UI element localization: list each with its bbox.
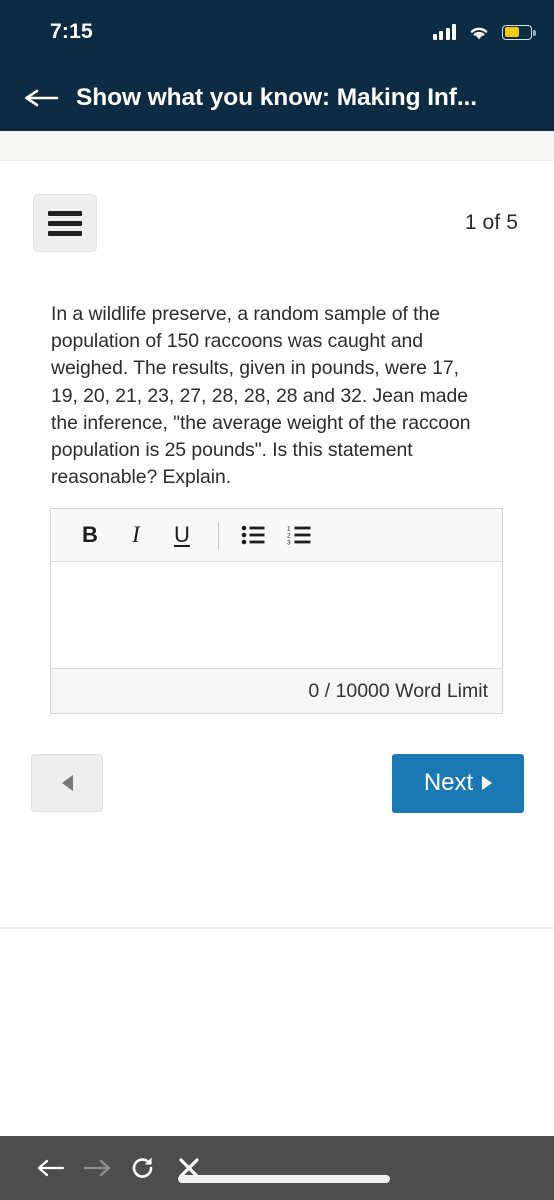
status-bar: 7:15 [0,0,554,64]
bold-button[interactable]: B [67,515,113,555]
previous-button[interactable] [31,754,103,812]
word-limit-counter: 0 / 10000 Word Limit [51,668,502,713]
page-counter: 1 of 5 [464,211,518,234]
main-content: 1 of 5 In a wildlife preserve, a random … [0,161,554,927]
svg-text:3: 3 [287,539,291,546]
browser-back-button[interactable] [28,1146,74,1190]
italic-button[interactable]: I [113,515,159,555]
status-time: 7:15 [50,20,93,43]
next-button-label: Next [423,769,474,796]
next-button[interactable]: Next [392,753,524,813]
triangle-right-icon [482,776,493,790]
hamburger-menu-icon[interactable] [33,194,97,252]
back-arrow-icon[interactable] [22,84,62,112]
browser-stop-button[interactable] [166,1146,212,1190]
answer-input[interactable] [51,562,502,668]
lower-blank-area [0,929,554,1136]
svg-text:1: 1 [287,525,291,532]
battery-icon [502,24,536,40]
svg-text:2: 2 [287,532,291,539]
browser-reload-button[interactable] [120,1146,166,1190]
phone-screen: 7:15 Show what you know: Making Inf... 1… [0,0,554,1200]
editor-toolbar: B I U 1 2 3 [51,509,502,562]
answer-editor: B I U 1 2 3 0 / 10000 Word Limit [50,508,503,714]
url-input[interactable] [178,1175,390,1183]
toolbar-divider [218,521,219,549]
page-title: Show what you know: Making Inf... [76,83,477,111]
browser-forward-arrow-icon [83,1159,111,1177]
browser-bottom-bar [0,1136,554,1200]
status-icons [432,24,536,41]
triangle-left-icon [61,775,73,791]
app-header: Show what you know: Making Inf... [0,64,554,131]
question-text: In a wildlife preserve, a random sample … [51,303,471,489]
numbered-list-icon: 1 2 3 [287,525,310,546]
cellular-signal-icon [432,24,456,40]
numbered-list-button[interactable]: 1 2 3 [276,515,322,555]
underline-button[interactable]: U [159,515,205,555]
browser-forward-button[interactable] [74,1146,120,1190]
reload-icon [132,1157,153,1178]
page-top-strip [0,131,554,161]
question-toolbar-row: 1 of 5 [0,193,554,253]
bullet-list-icon [241,525,264,545]
wifi-icon [470,27,488,39]
bullet-list-button[interactable] [230,515,276,555]
browser-back-arrow-icon [37,1159,65,1177]
navigation-row: Next [0,752,554,814]
